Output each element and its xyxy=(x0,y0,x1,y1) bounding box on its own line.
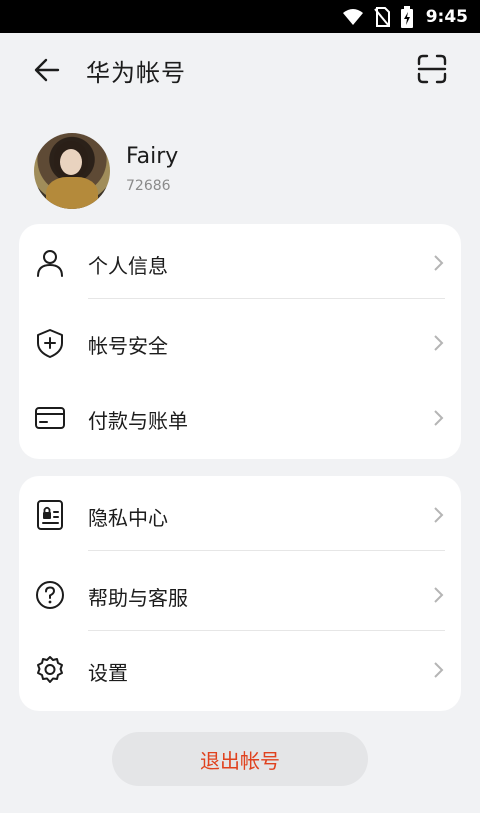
account-menu-card: 个人信息 帐号安全 付款与账单 xyxy=(19,224,461,459)
help-icon xyxy=(36,581,64,609)
chevron-right-icon xyxy=(434,662,444,678)
app-bar: 华为帐号 xyxy=(0,33,480,105)
scan-icon xyxy=(417,54,447,84)
status-bar: 9:45 xyxy=(0,0,480,33)
support-menu-card: 隐私中心 帮助与客服 设置 xyxy=(19,476,461,711)
menu-item-account-security[interactable]: 帐号安全 xyxy=(19,304,461,379)
battery-icon xyxy=(400,5,413,28)
logout-button[interactable]: 退出帐号 xyxy=(112,732,368,786)
chevron-right-icon xyxy=(434,507,444,523)
page-title: 华为帐号 xyxy=(86,59,186,87)
status-time: 9:45 xyxy=(425,6,468,27)
gear-icon xyxy=(37,656,63,683)
chevron-right-icon xyxy=(434,587,444,603)
scan-button[interactable] xyxy=(416,53,448,85)
menu-item-label: 付款与账单 xyxy=(88,409,188,433)
menu-item-payment-billing[interactable]: 付款与账单 xyxy=(19,379,461,454)
chevron-right-icon xyxy=(434,255,444,271)
back-button[interactable] xyxy=(32,55,62,85)
menu-item-label: 帮助与客服 xyxy=(88,586,188,610)
menu-item-label: 个人信息 xyxy=(88,254,168,278)
chevron-right-icon xyxy=(434,335,444,351)
avatar[interactable] xyxy=(34,133,110,209)
user-id: 72686 xyxy=(126,178,171,194)
menu-item-personal-info[interactable]: 个人信息 xyxy=(19,224,461,299)
menu-item-privacy-center[interactable]: 隐私中心 xyxy=(19,476,461,551)
arrow-left-icon xyxy=(34,58,60,82)
divider xyxy=(88,298,445,299)
no-sim-icon xyxy=(373,6,390,27)
wifi-icon xyxy=(342,8,363,25)
chevron-right-icon xyxy=(434,410,444,426)
menu-item-help-service[interactable]: 帮助与客服 xyxy=(19,556,461,631)
menu-item-label: 隐私中心 xyxy=(88,506,168,530)
menu-item-settings[interactable]: 设置 xyxy=(19,631,461,706)
card-icon xyxy=(35,407,65,429)
menu-item-label: 帐号安全 xyxy=(88,334,168,358)
user-name: Fairy xyxy=(126,144,179,169)
shield-icon xyxy=(37,329,63,358)
person-icon xyxy=(37,250,63,277)
privacy-icon xyxy=(37,500,63,530)
profile-header[interactable]: Fairy 72686 xyxy=(0,130,480,212)
menu-item-label: 设置 xyxy=(88,661,128,685)
divider xyxy=(88,550,445,551)
